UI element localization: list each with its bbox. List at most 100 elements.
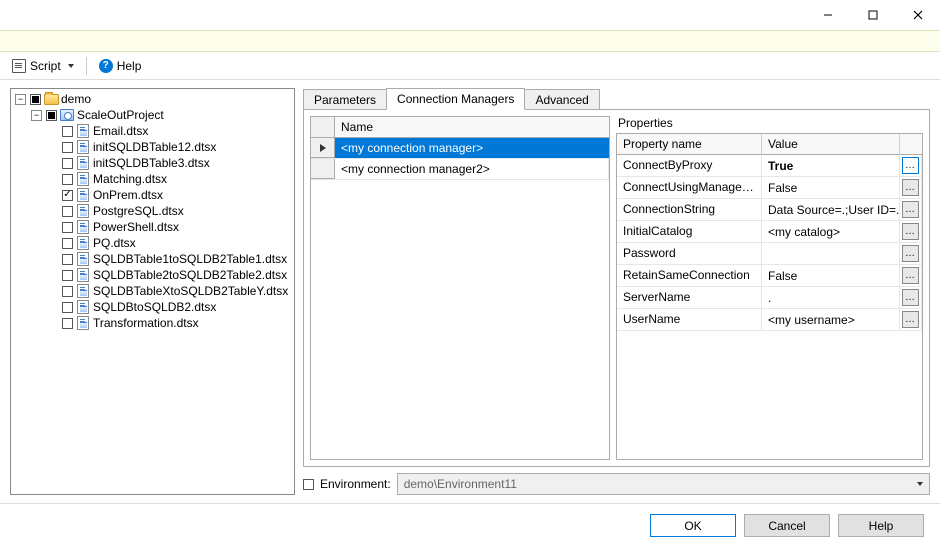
tree-package-row[interactable]: initSQLDBTable3.dtsx bbox=[47, 155, 292, 171]
property-row[interactable]: ConnectUsingManagedIdentityFalse… bbox=[617, 177, 922, 199]
tab-advanced[interactable]: Advanced bbox=[524, 89, 599, 110]
close-button[interactable] bbox=[895, 0, 940, 30]
property-name-cell: Password bbox=[617, 243, 762, 264]
property-value-cell[interactable]: False bbox=[762, 265, 900, 286]
cm-header-name[interactable]: Name bbox=[335, 117, 609, 138]
tree-root-row[interactable]: − demo bbox=[15, 91, 292, 107]
tree-package-row[interactable]: PQ.dtsx bbox=[47, 235, 292, 251]
package-checkbox[interactable] bbox=[62, 254, 73, 265]
environment-checkbox[interactable] bbox=[303, 479, 314, 490]
property-row[interactable]: UserName<my username>… bbox=[617, 309, 922, 331]
cancel-button[interactable]: Cancel bbox=[744, 514, 830, 537]
script-icon bbox=[12, 59, 26, 73]
package-checkbox[interactable] bbox=[62, 302, 73, 313]
tree-package-row[interactable]: SQLDBTable2toSQLDB2Table2.dtsx bbox=[47, 267, 292, 283]
tree-package-row[interactable]: SQLDBTable1toSQLDB2Table1.dtsx bbox=[47, 251, 292, 267]
package-checkbox[interactable] bbox=[62, 174, 73, 185]
package-icon bbox=[75, 188, 91, 202]
props-header-name[interactable]: Property name bbox=[617, 134, 762, 155]
rowmarker-header bbox=[311, 117, 335, 138]
collapse-icon[interactable]: − bbox=[31, 110, 42, 121]
tree-package-row[interactable]: initSQLDBTable12.dtsx bbox=[47, 139, 292, 155]
property-row[interactable]: ConnectByProxyTrue… bbox=[617, 155, 922, 177]
collapse-icon[interactable]: − bbox=[15, 94, 26, 105]
tab-parameters[interactable]: Parameters bbox=[303, 89, 387, 110]
property-row[interactable]: ServerName.… bbox=[617, 287, 922, 309]
property-row[interactable]: InitialCatalog<my catalog>… bbox=[617, 221, 922, 243]
property-value-cell[interactable] bbox=[762, 243, 900, 264]
tree-package-row[interactable]: PowerShell.dtsx bbox=[47, 219, 292, 235]
minimize-button[interactable] bbox=[805, 0, 850, 30]
help-toolbar-button[interactable]: ? Help bbox=[95, 57, 146, 75]
tree-package-row[interactable]: OnPrem.dtsx bbox=[47, 187, 292, 203]
tree-root-label: demo bbox=[61, 91, 91, 107]
ellipsis-button[interactable]: … bbox=[902, 245, 919, 262]
cm-row[interactable]: <my connection manager> bbox=[311, 138, 609, 159]
tree-package-row[interactable]: SQLDBTableXtoSQLDB2TableY.dtsx bbox=[47, 283, 292, 299]
connection-managers-list: Name <my connection manager><my connecti… bbox=[310, 116, 610, 460]
package-checkbox[interactable] bbox=[62, 206, 73, 217]
package-checkbox[interactable] bbox=[62, 158, 73, 169]
ellipsis-button[interactable]: … bbox=[902, 311, 919, 328]
property-ellipsis-cell: … bbox=[900, 265, 922, 286]
property-value-cell[interactable]: <my username> bbox=[762, 309, 900, 330]
package-icon bbox=[75, 140, 91, 154]
ellipsis-button[interactable]: … bbox=[902, 223, 919, 240]
property-value-cell[interactable]: . bbox=[762, 287, 900, 308]
package-icon bbox=[75, 268, 91, 282]
package-label: SQLDBTable1toSQLDB2Table1.dtsx bbox=[93, 251, 287, 267]
tree-package-row[interactable]: Email.dtsx bbox=[47, 123, 292, 139]
package-checkbox[interactable] bbox=[62, 190, 73, 201]
property-value-cell[interactable]: Data Source=.;User ID=... bbox=[762, 199, 900, 220]
properties-label: Properties bbox=[616, 116, 923, 133]
dialog-footer: OK Cancel Help bbox=[0, 503, 940, 547]
property-name-cell: ConnectUsingManagedIdentity bbox=[617, 177, 762, 198]
ellipsis-button[interactable]: … bbox=[902, 201, 919, 218]
package-icon bbox=[75, 300, 91, 314]
project-tree[interactable]: − demo − ScaleOutProject bbox=[10, 88, 295, 495]
ellipsis-button[interactable]: … bbox=[902, 267, 919, 284]
package-icon bbox=[75, 204, 91, 218]
help-button[interactable]: Help bbox=[838, 514, 924, 537]
props-header-btn bbox=[900, 134, 922, 155]
props-header-value[interactable]: Value bbox=[762, 134, 900, 155]
script-button[interactable]: Script bbox=[8, 57, 78, 75]
environment-select[interactable]: demo\Environment11 bbox=[397, 473, 930, 495]
ellipsis-button[interactable]: … bbox=[902, 179, 919, 196]
property-row[interactable]: RetainSameConnectionFalse… bbox=[617, 265, 922, 287]
property-value-cell[interactable]: True bbox=[762, 155, 900, 176]
tree-project-row[interactable]: − ScaleOutProject bbox=[31, 107, 292, 123]
property-row[interactable]: Password … bbox=[617, 243, 922, 265]
package-checkbox[interactable] bbox=[62, 222, 73, 233]
property-ellipsis-cell: … bbox=[900, 287, 922, 308]
ellipsis-button[interactable]: … bbox=[902, 157, 919, 174]
script-label: Script bbox=[30, 59, 61, 73]
package-checkbox[interactable] bbox=[62, 126, 73, 137]
package-checkbox[interactable] bbox=[62, 270, 73, 281]
tree-root-checkbox[interactable] bbox=[30, 94, 41, 105]
property-row[interactable]: ConnectionStringData Source=.;User ID=..… bbox=[617, 199, 922, 221]
tree-package-row[interactable]: Transformation.dtsx bbox=[47, 315, 292, 331]
tree-package-row[interactable]: PostgreSQL.dtsx bbox=[47, 203, 292, 219]
property-value-cell[interactable]: False bbox=[762, 177, 900, 198]
ok-button[interactable]: OK bbox=[650, 514, 736, 537]
package-checkbox[interactable] bbox=[62, 286, 73, 297]
project-icon bbox=[59, 108, 75, 122]
cm-row[interactable]: <my connection manager2> bbox=[311, 159, 609, 180]
property-name-cell: RetainSameConnection bbox=[617, 265, 762, 286]
tree-package-row[interactable]: SQLDBtoSQLDB2.dtsx bbox=[47, 299, 292, 315]
ellipsis-button[interactable]: … bbox=[902, 289, 919, 306]
property-value-cell[interactable]: <my catalog> bbox=[762, 221, 900, 242]
package-checkbox[interactable] bbox=[62, 238, 73, 249]
package-icon bbox=[75, 124, 91, 138]
package-checkbox[interactable] bbox=[62, 318, 73, 329]
tree-package-row[interactable]: Matching.dtsx bbox=[47, 171, 292, 187]
tab-connection-managers[interactable]: Connection Managers bbox=[386, 88, 525, 110]
tree-project-checkbox[interactable] bbox=[46, 110, 57, 121]
package-label: OnPrem.dtsx bbox=[93, 187, 163, 203]
property-ellipsis-cell: … bbox=[900, 243, 922, 264]
maximize-button[interactable] bbox=[850, 0, 895, 30]
package-label: initSQLDBTable3.dtsx bbox=[93, 155, 210, 171]
property-name-cell: ServerName bbox=[617, 287, 762, 308]
package-checkbox[interactable] bbox=[62, 142, 73, 153]
